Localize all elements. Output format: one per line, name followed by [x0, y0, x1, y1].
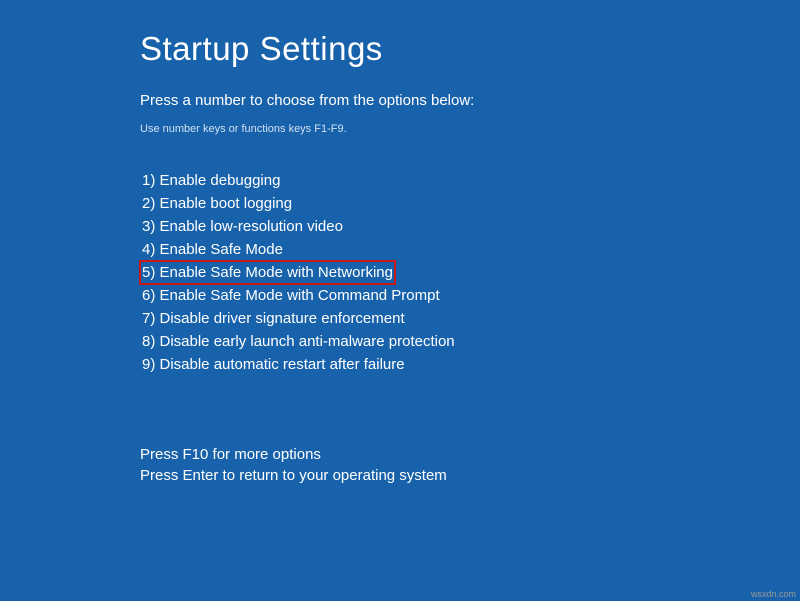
option-5-enable-safe-mode-networking[interactable]: 5) Enable Safe Mode with Networking [140, 261, 395, 284]
footer: Press F10 for more options Press Enter t… [140, 444, 800, 486]
watermark: wsxdn.com [751, 589, 796, 599]
option-7-disable-driver-signature-enforcement[interactable]: 7) Disable driver signature enforcement [140, 307, 407, 330]
option-1-enable-debugging[interactable]: 1) Enable debugging [140, 169, 282, 192]
option-2-enable-boot-logging[interactable]: 2) Enable boot logging [140, 192, 294, 215]
instruction-text: Press a number to choose from the option… [140, 92, 800, 109]
option-9-disable-automatic-restart[interactable]: 9) Disable automatic restart after failu… [140, 353, 407, 376]
startup-settings-screen: Startup Settings Press a number to choos… [0, 0, 800, 601]
hint-text: Use number keys or functions keys F1-F9. [140, 123, 800, 135]
page-title: Startup Settings [140, 30, 800, 68]
option-4-enable-safe-mode[interactable]: 4) Enable Safe Mode [140, 238, 285, 261]
option-6-enable-safe-mode-command-prompt[interactable]: 6) Enable Safe Mode with Command Prompt [140, 284, 442, 307]
footer-more-options: Press F10 for more options [140, 444, 800, 465]
options-list: 1) Enable debugging 2) Enable boot loggi… [140, 169, 800, 376]
option-8-disable-early-launch-anti-malware[interactable]: 8) Disable early launch anti-malware pro… [140, 330, 457, 353]
footer-return: Press Enter to return to your operating … [140, 465, 800, 486]
option-3-enable-low-resolution-video[interactable]: 3) Enable low-resolution video [140, 215, 345, 238]
